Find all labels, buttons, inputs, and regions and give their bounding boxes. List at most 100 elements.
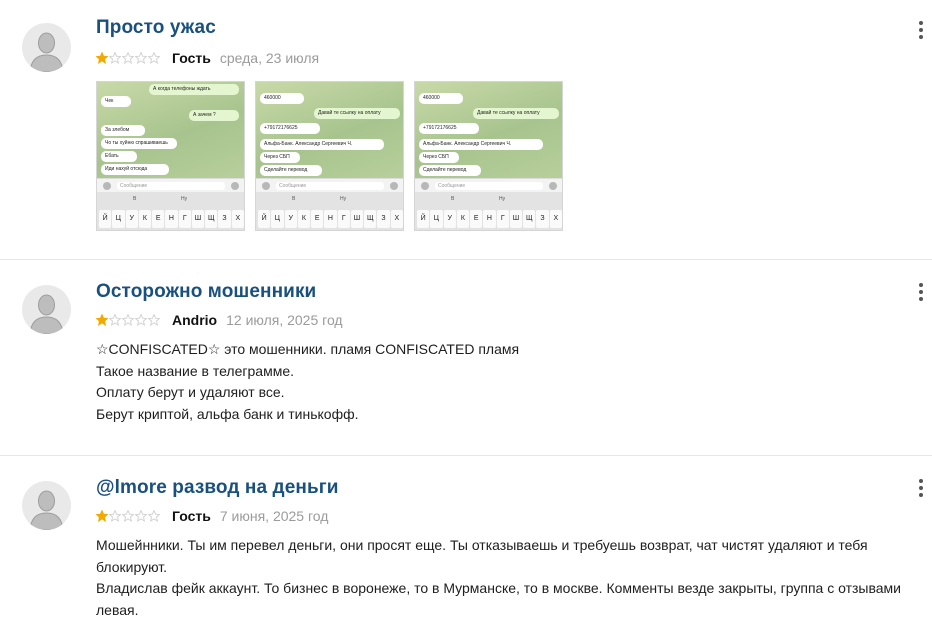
emoji-icon xyxy=(262,182,270,190)
attachment-thumbnail[interactable]: 460000 Давай те ссылку на оплату +79172176… xyxy=(255,81,404,231)
chat-bubble: Альфа-Банк. Александр Сергеевич Ч. xyxy=(419,139,543,150)
rating-stars xyxy=(96,510,161,522)
keyboard-key: К xyxy=(297,210,311,228)
suggestion: Ну xyxy=(499,196,506,202)
review-body: ☆CONFISCATED☆ это мошенники. пламя CONFI… xyxy=(96,339,926,425)
star-icon xyxy=(148,314,160,326)
keyboard-key: Й xyxy=(258,210,271,228)
keyboard-key: Г xyxy=(178,210,191,228)
review-body-paragraph: Оплату берут и удаляют все. xyxy=(96,384,285,400)
keyboard-key: Е xyxy=(311,210,324,228)
keyboard: В Ну Й Ц У К Е Н Г Ш Щ З Х xyxy=(256,192,403,230)
chat-bubble: +79172176625 xyxy=(419,123,479,134)
review-title[interactable]: @lmore развод на деньги xyxy=(96,477,339,499)
chat-bubble: Давай те ссылку на оплату xyxy=(314,108,400,119)
keyboard-row: ЙЦУКЕНГШЩЗХ xyxy=(258,210,403,228)
suggestion: В xyxy=(133,196,137,202)
chat-bubble: А когда телефоны ждать xyxy=(149,84,239,95)
keyboard-key: Щ xyxy=(205,210,218,228)
keyboard-key: Н xyxy=(165,210,178,228)
keyboard-suggestions: В Ну xyxy=(415,194,562,204)
chat-bubble: За злебом xyxy=(101,125,145,136)
more-vertical-icon[interactable] xyxy=(913,478,929,498)
user-avatar-icon xyxy=(22,23,71,72)
review-meta: Гость среда, 23 июля xyxy=(96,49,319,67)
keyboard-suggestions: В Ну xyxy=(97,194,244,204)
message-input: Сообщение xyxy=(276,182,384,190)
keyboard-key: Х xyxy=(549,210,562,228)
attachment-thumbnail[interactable]: 460000 Давай те ссылку на оплату +79172176… xyxy=(414,81,563,231)
chat-bubble: Альфа-Банк. Александр Сергеевич Ч. xyxy=(260,139,384,150)
chat-bubble: Сделайте перевод xyxy=(419,165,481,176)
message-input: Сообщение xyxy=(117,182,225,190)
star-icon xyxy=(135,314,147,326)
keyboard-key: Г xyxy=(496,210,509,228)
suggestion: Ну xyxy=(181,196,188,202)
chat-bubble: +79172176625 xyxy=(260,123,320,134)
review-title[interactable]: Просто ужас xyxy=(96,17,216,39)
review-date: 12 июля, 2025 год xyxy=(226,312,343,328)
keyboard-key: З xyxy=(377,210,390,228)
star-icon xyxy=(135,52,147,64)
star-icon xyxy=(148,52,160,64)
keyboard-key: Г xyxy=(337,210,350,228)
keyboard-row: ЙЦУКЕНГШЩЗХ xyxy=(417,210,562,228)
keyboard-key: Щ xyxy=(523,210,536,228)
chat-input-bar: Сообщение xyxy=(415,178,562,192)
review-meta: Гость 7 июня, 2025 год xyxy=(96,507,328,525)
review-author: Гость xyxy=(172,50,211,66)
chat-bubble: 460000 xyxy=(260,93,304,104)
keyboard-key: У xyxy=(443,210,456,228)
keyboard-key: Ш xyxy=(509,210,523,228)
keyboard-row: ЙЦУКЕНГШЩЗХ xyxy=(99,210,244,228)
chat-background: 460000 Давай те ссылку на оплату +79172176… xyxy=(415,82,562,178)
chat-bubble: Иди нахуй отсюда xyxy=(101,164,169,175)
review-body-paragraph: Такое название в телеграмме. xyxy=(96,362,294,379)
keyboard-key: Х xyxy=(231,210,244,228)
keyboard-key: Х xyxy=(390,210,403,228)
rating-stars xyxy=(96,314,161,326)
review-body-paragraph: Берут криптой, альфа банк и тинькофф. xyxy=(96,405,359,422)
star-icon xyxy=(122,510,134,522)
chat-bubble: Сделайте перевод xyxy=(260,165,322,176)
chat-background: 460000 Давай те ссылку на оплату +79172176… xyxy=(256,82,403,178)
suggestion: Ну xyxy=(340,196,347,202)
chat-bubble: Давай те ссылку на оплату xyxy=(473,108,559,119)
chat-bubble: Ебать xyxy=(101,151,137,162)
more-vertical-icon[interactable] xyxy=(913,20,929,40)
star-icon xyxy=(148,510,160,522)
star-icon xyxy=(122,314,134,326)
star-icon xyxy=(96,510,108,522)
keyboard-key: У xyxy=(125,210,138,228)
review-item: @lmore развод на деньги Гость 7 июня, 20… xyxy=(0,456,932,641)
star-icon xyxy=(109,510,121,522)
suggestion: В xyxy=(292,196,296,202)
keyboard-key: Е xyxy=(152,210,165,228)
review-author: Andrio xyxy=(172,312,218,328)
chat-bubble: 460000 xyxy=(419,93,463,104)
message-input: Сообщение xyxy=(435,182,543,190)
attach-icon xyxy=(549,182,557,190)
review-body: Мошейнники. Ты им перевел деньги, они пр… xyxy=(96,535,926,621)
more-vertical-icon[interactable] xyxy=(913,282,929,302)
attachment-thumbnail[interactable]: А когда телефоны ждать Чек А зачем ? За зле… xyxy=(96,81,245,231)
keyboard-key: Е xyxy=(470,210,483,228)
keyboard-key: Щ xyxy=(364,210,377,228)
keyboard-key: Ц xyxy=(430,210,443,228)
keyboard-key: Й xyxy=(417,210,430,228)
keyboard-key: Н xyxy=(324,210,337,228)
review-item: Осторожно мошенники Andrio 12 июля, 2025… xyxy=(0,260,932,455)
review-date: 7 июня, 2025 год xyxy=(219,508,329,524)
review-body-paragraph: Владислав фейк аккаунт. То бизнес в воро… xyxy=(96,580,902,618)
star-icon xyxy=(109,52,121,64)
rating-stars xyxy=(96,52,161,64)
chat-input-bar: Сообщение xyxy=(256,178,403,192)
keyboard-key: Ш xyxy=(350,210,364,228)
keyboard-key: Ш xyxy=(191,210,205,228)
keyboard-key: Ц xyxy=(271,210,284,228)
keyboard-key: К xyxy=(456,210,470,228)
star-icon xyxy=(96,52,108,64)
review-title[interactable]: Осторожно мошенники xyxy=(96,281,316,303)
attach-icon xyxy=(390,182,398,190)
review-meta: Andrio 12 июля, 2025 год xyxy=(96,311,343,329)
